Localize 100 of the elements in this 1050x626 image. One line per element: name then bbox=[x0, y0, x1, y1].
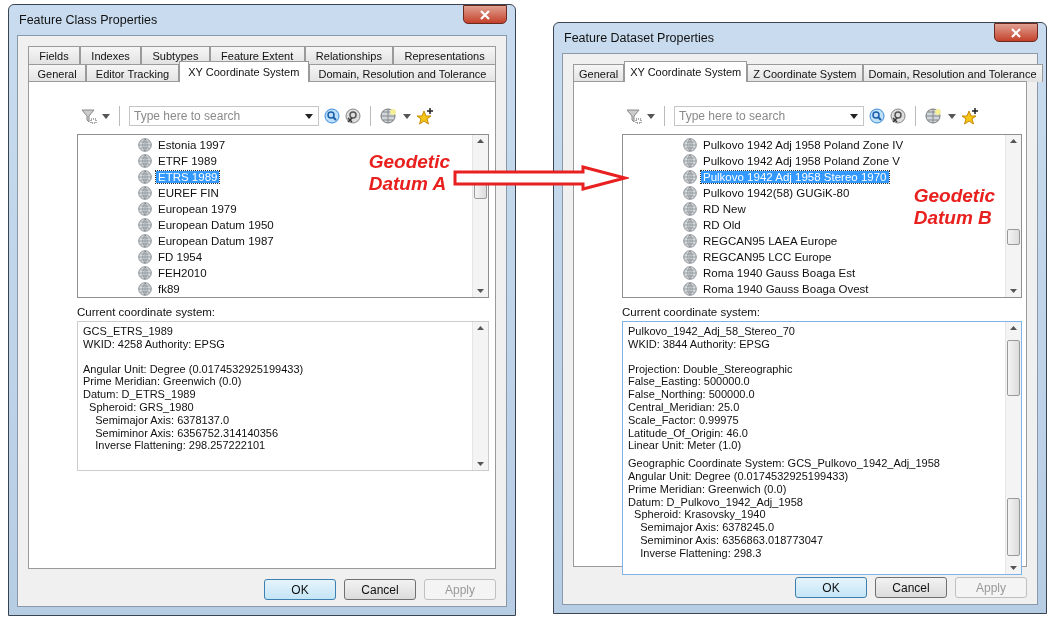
list-item[interactable]: FD 1954 bbox=[156, 251, 205, 263]
list-item[interactable]: RD Old bbox=[701, 219, 743, 231]
filter-icon[interactable] bbox=[626, 108, 642, 124]
search-field[interactable]: Type here to search bbox=[674, 106, 864, 126]
tab[interactable]: Domain, Resolution and Tolerance bbox=[862, 64, 1043, 82]
tab[interactable]: General bbox=[28, 64, 87, 82]
scroll-down-arrow-icon[interactable] bbox=[477, 289, 484, 293]
scroll-up-arrow-icon[interactable] bbox=[1010, 326, 1017, 330]
list-item[interactable]: REGCAN95 LCC Europe bbox=[701, 251, 834, 263]
tab[interactable]: Editor Tracking bbox=[86, 64, 179, 82]
globe-icon bbox=[683, 170, 697, 184]
tab[interactable]: General bbox=[573, 64, 625, 82]
caret-icon[interactable] bbox=[948, 113, 956, 119]
annotation-text: Datum B bbox=[913, 207, 993, 229]
list-item[interactable]: ETRF 1989 bbox=[156, 155, 219, 167]
dialog-button[interactable]: OK bbox=[795, 577, 867, 598]
list-item[interactable]: fk89 bbox=[156, 283, 182, 295]
list-item[interactable]: RD New bbox=[701, 203, 748, 215]
info-line: Latitude_Of_Origin: 46.0 bbox=[628, 426, 749, 440]
list-item[interactable]: REGCAN95 LAEA Europe bbox=[701, 235, 840, 247]
list-item[interactable]: Pulkovo 1942 Adj 1958 Poland Zone V bbox=[701, 155, 902, 167]
list-item[interactable]: European Datum 1987 bbox=[156, 235, 276, 247]
info-line: Pulkovo_1942_Adj_58_Stereo_70 bbox=[628, 325, 796, 338]
filter-icon[interactable] bbox=[81, 108, 97, 124]
scroll-up-arrow-icon[interactable] bbox=[477, 139, 484, 143]
scroll-up-arrow-icon[interactable] bbox=[477, 326, 484, 330]
list-item[interactable]: Pulkovo 1942 Adj 1958 Poland Zone IV bbox=[701, 139, 906, 151]
new-star-icon[interactable] bbox=[961, 107, 979, 125]
caret-icon[interactable] bbox=[850, 113, 858, 119]
globe-icon bbox=[138, 266, 152, 280]
globe-icon bbox=[683, 154, 697, 168]
list-item[interactable]: FEH2010 bbox=[156, 267, 209, 279]
dialog-button[interactable]: Cancel bbox=[344, 579, 416, 600]
dialog-button[interactable]: OK bbox=[264, 579, 336, 600]
list-item[interactable]: EUREF FIN bbox=[156, 187, 221, 199]
globe-icon bbox=[683, 234, 697, 248]
scroll-down-arrow-icon[interactable] bbox=[1010, 566, 1017, 570]
clear-search-icon[interactable] bbox=[345, 108, 361, 124]
info-line: Geographic Coordinate System: GCS_Pulkovo_1942_Adj_1958 bbox=[628, 457, 941, 470]
tab[interactable]: Relationships bbox=[304, 46, 394, 64]
tab[interactable]: Fields bbox=[28, 46, 80, 64]
close-icon bbox=[1010, 27, 1022, 38]
close-icon bbox=[479, 9, 491, 20]
globe-icon bbox=[138, 218, 152, 232]
list-item[interactable]: European Datum 1950 bbox=[156, 219, 276, 231]
caret-icon[interactable] bbox=[305, 113, 313, 119]
info-line: Inverse Flattening: 298.3 bbox=[639, 546, 763, 560]
clear-search-icon[interactable] bbox=[890, 108, 906, 124]
list-item[interactable]: Roma 1940 Gauss Boaga Est bbox=[701, 267, 858, 279]
tab[interactable]: Domain, Resolution and Tolerance bbox=[308, 64, 496, 82]
search-icon[interactable] bbox=[324, 108, 340, 124]
globe-icon bbox=[138, 202, 152, 216]
scrollbar[interactable] bbox=[1005, 135, 1021, 297]
list-item[interactable]: European 1979 bbox=[156, 203, 239, 215]
search-field[interactable]: Type here to search bbox=[129, 106, 319, 126]
scroll-thumb[interactable] bbox=[1007, 340, 1020, 396]
info-line: Datum: D_ETRS_1989 bbox=[83, 388, 197, 401]
globe-icon bbox=[683, 266, 697, 280]
scroll-thumb[interactable] bbox=[1007, 229, 1020, 245]
globe-icon bbox=[683, 250, 697, 264]
info-line: Semimajor Axis: 6378137.0 bbox=[94, 413, 231, 427]
dialog-button[interactable]: Cancel bbox=[875, 577, 947, 598]
window-title: Feature Dataset Properties bbox=[563, 31, 715, 45]
globe-icon[interactable] bbox=[380, 107, 398, 125]
caret-icon[interactable] bbox=[647, 113, 655, 119]
scroll-thumb[interactable] bbox=[1007, 498, 1020, 556]
tab[interactable]: Z Coordinate System bbox=[747, 64, 863, 82]
info-line: Projection: Double_Stereographic bbox=[628, 362, 794, 376]
search-icon[interactable] bbox=[869, 108, 885, 124]
globe-icon bbox=[138, 234, 152, 248]
scroll-down-arrow-icon[interactable] bbox=[477, 462, 484, 466]
caret-icon[interactable] bbox=[102, 113, 110, 119]
close-button[interactable] bbox=[463, 5, 507, 24]
info-line: Inverse Flattening: 298.257222101 bbox=[94, 439, 267, 453]
info-line: WKID: 3844 Authority: EPSG bbox=[628, 337, 771, 351]
scrollbar[interactable] bbox=[472, 322, 488, 470]
caret-icon[interactable] bbox=[403, 113, 411, 119]
coordinate-info-box[interactable] bbox=[622, 321, 1022, 575]
info-line: False_Easting: 500000.0 bbox=[628, 375, 751, 389]
info-line: GCS_ETRS_1989 bbox=[83, 325, 174, 338]
info-line: False_Northing: 500000.0 bbox=[628, 388, 756, 401]
scroll-down-arrow-icon[interactable] bbox=[1010, 289, 1017, 293]
globe-icon bbox=[683, 218, 697, 232]
coordinate-info-box[interactable] bbox=[77, 321, 489, 471]
scrollbar[interactable] bbox=[472, 135, 488, 297]
tab[interactable]: XY Coordinate System bbox=[178, 61, 309, 82]
tab[interactable]: XY Coordinate System bbox=[624, 61, 748, 82]
scroll-up-arrow-icon[interactable] bbox=[1010, 139, 1017, 143]
list-item[interactable]: Roma 1940 Gauss Boaga Ovest bbox=[701, 283, 871, 295]
globe-icon bbox=[683, 186, 697, 200]
globe-icon[interactable] bbox=[925, 107, 943, 125]
tab[interactable]: Subtypes bbox=[141, 46, 210, 64]
list-item[interactable]: Estonia 1997 bbox=[156, 139, 228, 151]
tab[interactable]: Representations bbox=[393, 46, 496, 64]
scrollbar[interactable] bbox=[1005, 322, 1021, 574]
tab[interactable]: Indexes bbox=[80, 46, 142, 64]
list-item[interactable]: Pulkovo 1942(58) GUGiK-80 bbox=[701, 187, 852, 199]
new-star-icon[interactable] bbox=[416, 107, 434, 125]
close-button[interactable] bbox=[994, 23, 1038, 42]
info-line: Semiminor Axis: 6356863.018773047 bbox=[639, 533, 825, 547]
